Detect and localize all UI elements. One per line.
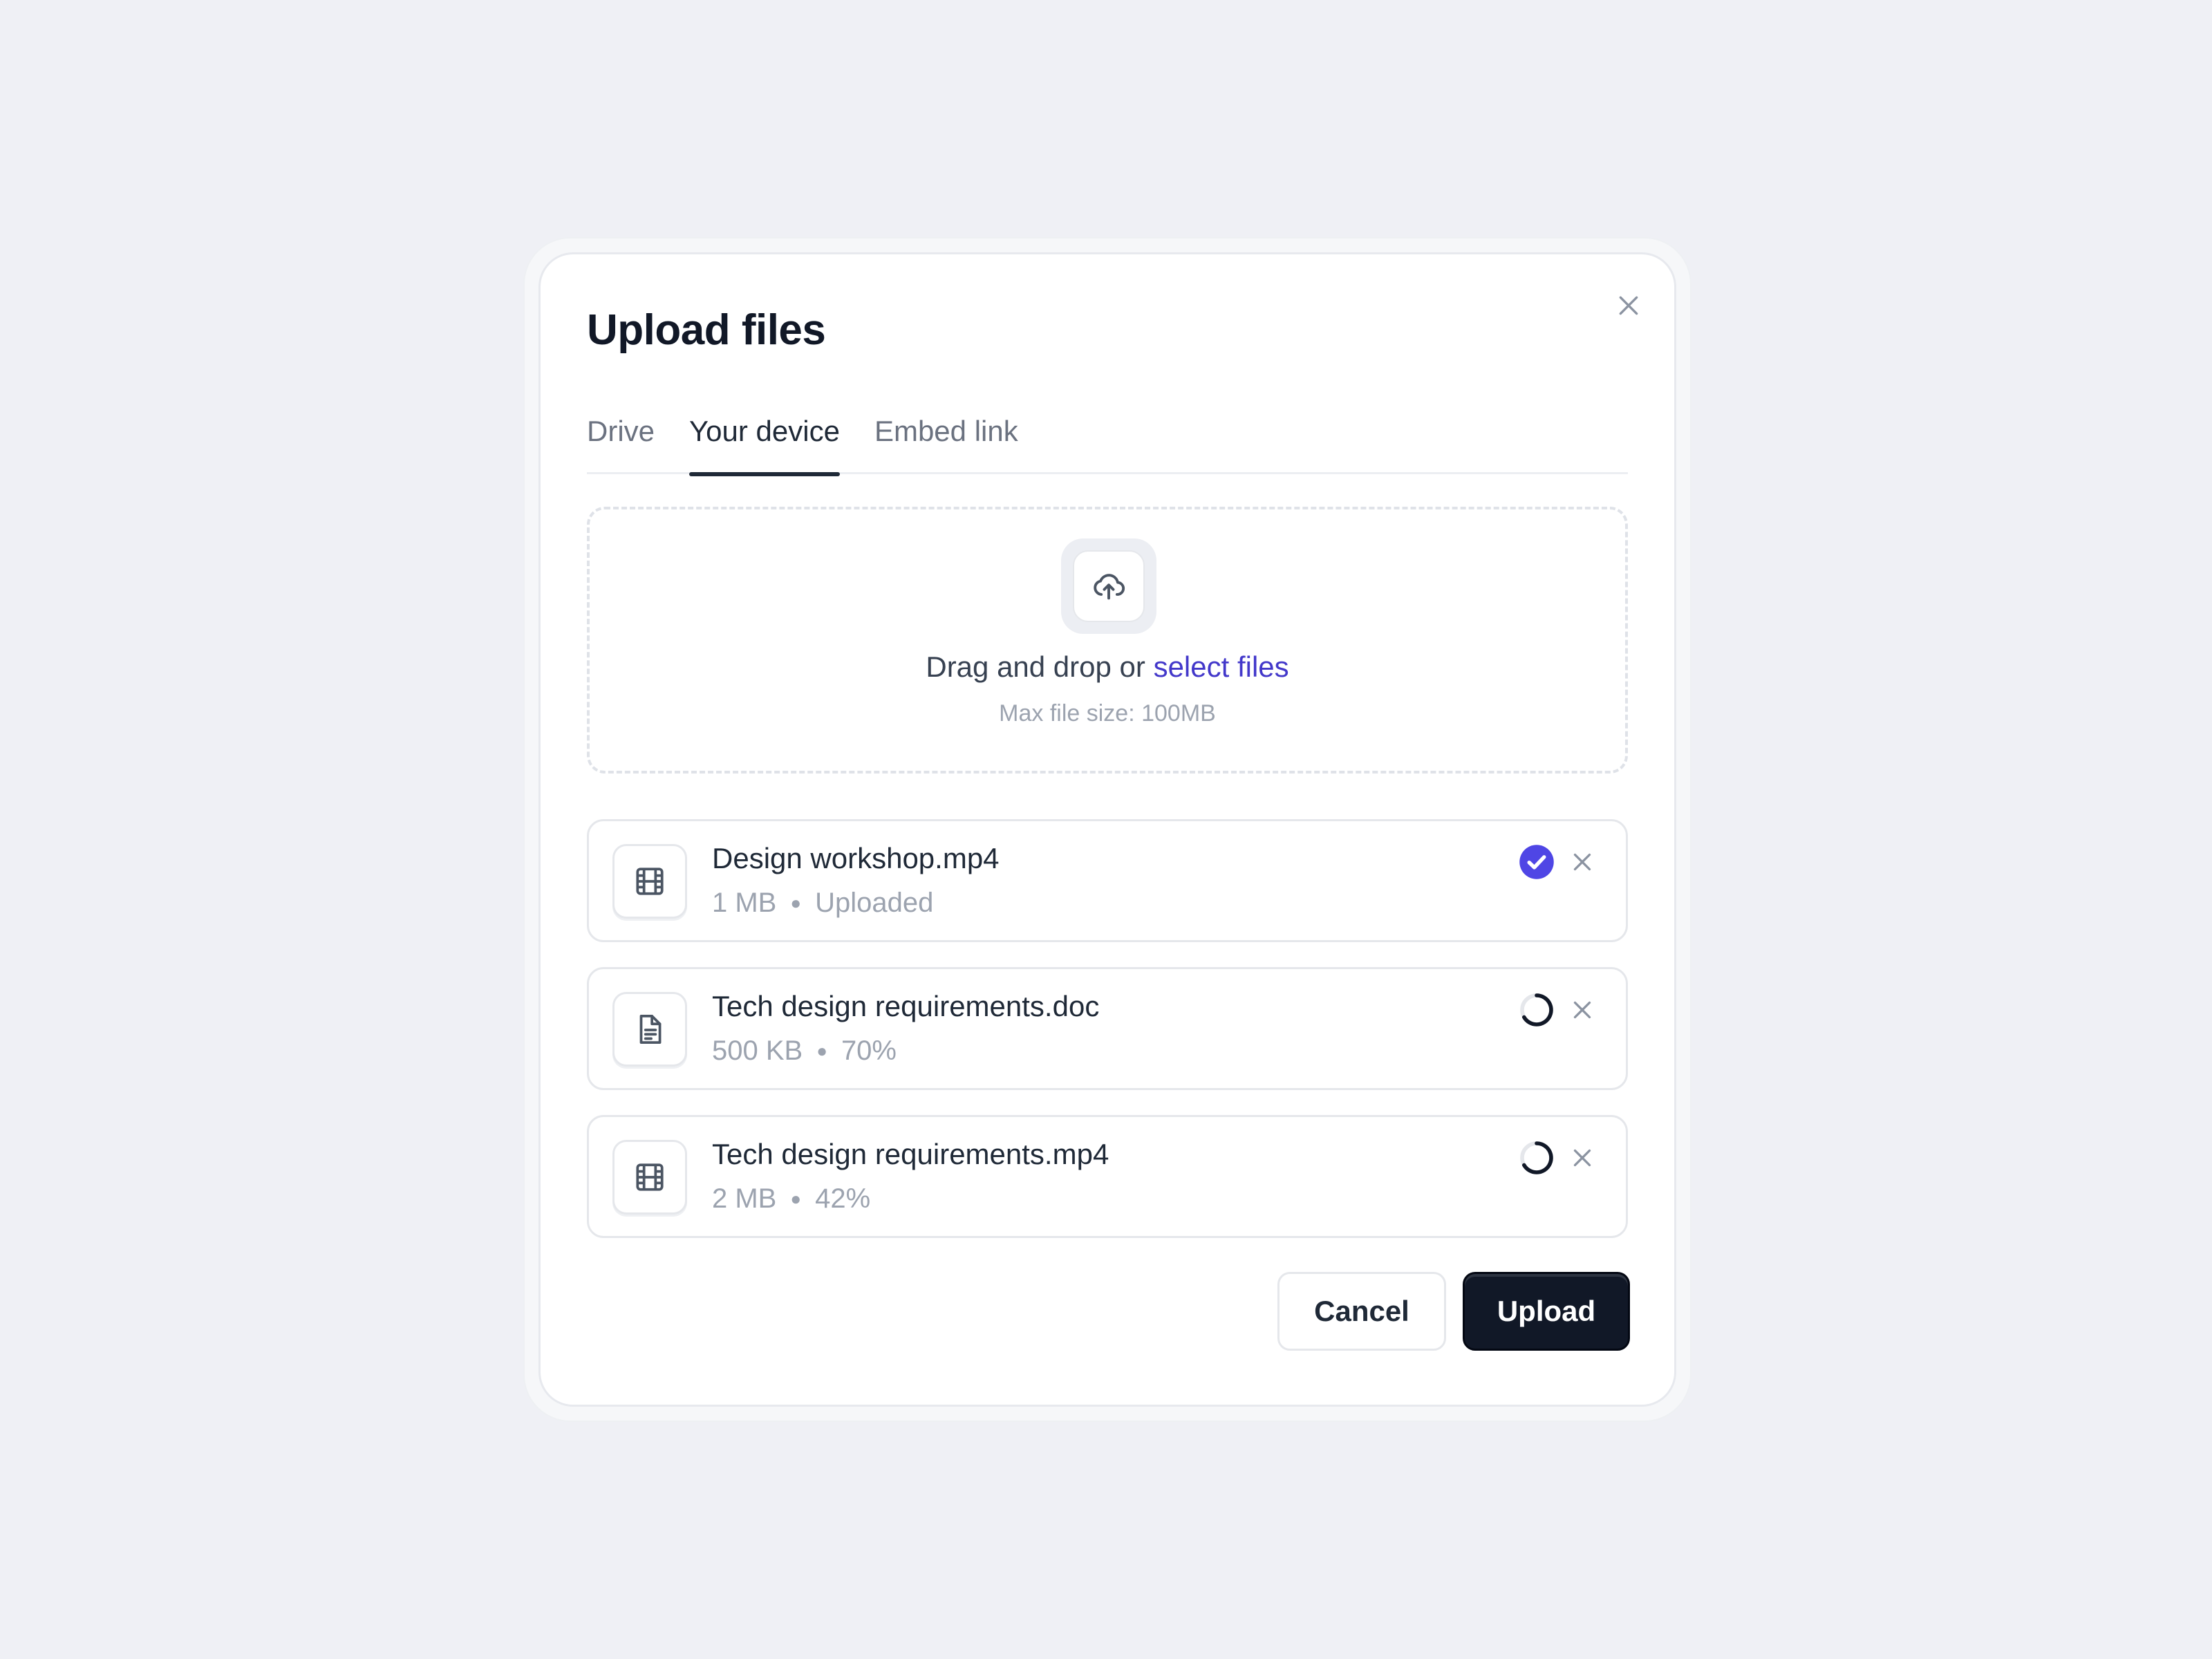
spinner-icon <box>1520 1141 1553 1174</box>
remove-file-button[interactable] <box>1562 989 1603 1031</box>
close-icon <box>1573 1001 1591 1019</box>
file-name: Design workshop.mp4 <box>712 842 1000 874</box>
file-progress: 42% <box>815 1183 871 1214</box>
file-type-tile <box>612 844 687 919</box>
file-meta: 2 MB ● 42% <box>712 1183 870 1215</box>
dropzone-text: Drag and drop or <box>926 650 1154 683</box>
file-progress: 70% <box>841 1035 897 1066</box>
separator-dot: ● <box>816 1040 827 1061</box>
film-icon <box>636 868 664 895</box>
check-circle-icon <box>1519 845 1554 879</box>
upload-complete-status <box>1516 841 1557 883</box>
separator-dot: ● <box>790 892 802 913</box>
file-item: Design workshop.mp4 1 MB ● Uploaded <box>587 819 1628 942</box>
remove-file-button[interactable] <box>1562 1137 1603 1179</box>
dropzone-instructions: Drag and drop or select files <box>590 650 1625 684</box>
tab-embed-link[interactable]: Embed link <box>874 408 1018 474</box>
cloud-upload-icon <box>1094 574 1125 600</box>
close-icon <box>1573 853 1591 871</box>
file-size: 2 MB <box>712 1183 777 1214</box>
spinner-icon <box>1520 993 1553 1027</box>
document-icon <box>639 1014 662 1044</box>
file-meta: 1 MB ● Uploaded <box>712 888 933 919</box>
remove-file-button[interactable] <box>1562 841 1603 883</box>
file-size: 1 MB <box>712 888 777 918</box>
tab-drive[interactable]: Drive <box>587 408 655 474</box>
select-files-link[interactable]: select files <box>1154 650 1289 683</box>
uploading-status <box>1516 989 1557 1031</box>
file-item: Tech design requirements.doc 500 KB ● 70… <box>587 967 1628 1090</box>
upload-icon-container <box>1061 538 1156 634</box>
file-type-tile <box>612 992 687 1067</box>
film-icon <box>636 1163 664 1191</box>
dialog-shell: Upload files Drive Your device Embed lin… <box>523 237 1691 1422</box>
tab-your-device[interactable]: Your device <box>689 408 840 476</box>
file-item: Tech design requirements.mp4 2 MB ● 42% <box>587 1115 1628 1238</box>
dialog-title: Upload files <box>587 306 826 354</box>
file-type-tile <box>612 1140 687 1215</box>
upload-button[interactable]: Upload <box>1463 1272 1630 1351</box>
close-button[interactable] <box>1609 286 1648 325</box>
tab-bar: Drive Your device Embed link <box>587 408 1628 476</box>
close-icon <box>1619 296 1638 315</box>
file-name: Tech design requirements.mp4 <box>712 1138 1109 1170</box>
file-meta: 500 KB ● 70% <box>712 1035 897 1067</box>
close-icon <box>1573 1149 1591 1167</box>
dropzone[interactable]: Drag and drop or select files Max file s… <box>587 507 1628 774</box>
upload-dialog: Upload files Drive Your device Embed lin… <box>538 252 1676 1407</box>
separator-dot: ● <box>790 1188 802 1209</box>
file-status: Uploaded <box>815 888 934 918</box>
file-name: Tech design requirements.doc <box>712 990 1100 1022</box>
cancel-button[interactable]: Cancel <box>1277 1272 1446 1351</box>
file-size: 500 KB <box>712 1035 803 1066</box>
uploading-status <box>1516 1137 1557 1179</box>
upload-icon-tile <box>1073 550 1145 622</box>
max-file-size: Max file size: 100MB <box>999 700 1216 727</box>
